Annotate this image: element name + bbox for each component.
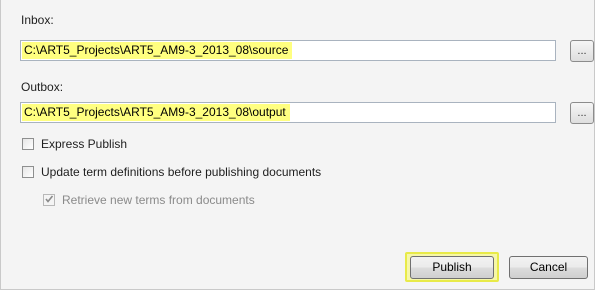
outbox-browse-button[interactable]: ... [570,102,594,124]
inbox-label: Inbox: [21,13,54,27]
inbox-path-value: C:\ART5_Projects\ART5_AM9-3_2013_08\sour… [22,42,293,59]
cancel-button[interactable]: Cancel [509,256,588,279]
inbox-browse-button[interactable]: ... [570,40,594,62]
publish-button[interactable]: Publish [410,256,494,279]
express-publish-option[interactable]: Express Publish [22,136,127,152]
retrieve-terms-option[interactable]: Retrieve new terms from documents [43,192,255,208]
retrieve-terms-checkbox[interactable] [43,194,55,206]
outbox-path-input[interactable]: C:\ART5_Projects\ART5_AM9-3_2013_08\outp… [20,102,556,123]
express-publish-checkbox[interactable] [22,138,34,150]
checkmark-icon [45,195,54,203]
inbox-path-input[interactable]: C:\ART5_Projects\ART5_AM9-3_2013_08\sour… [20,40,556,61]
publish-dialog: Inbox: C:\ART5_Projects\ART5_AM9-3_2013_… [0,0,595,290]
update-terms-option[interactable]: Update term definitions before publishin… [22,164,321,180]
update-terms-label: Update term definitions before publishin… [41,165,322,179]
update-terms-checkbox[interactable] [22,166,34,178]
outbox-label: Outbox: [21,80,64,94]
outbox-path-value: C:\ART5_Projects\ART5_AM9-3_2013_08\outp… [22,104,290,121]
express-publish-label: Express Publish [41,137,128,151]
retrieve-terms-label: Retrieve new terms from documents [62,193,255,207]
